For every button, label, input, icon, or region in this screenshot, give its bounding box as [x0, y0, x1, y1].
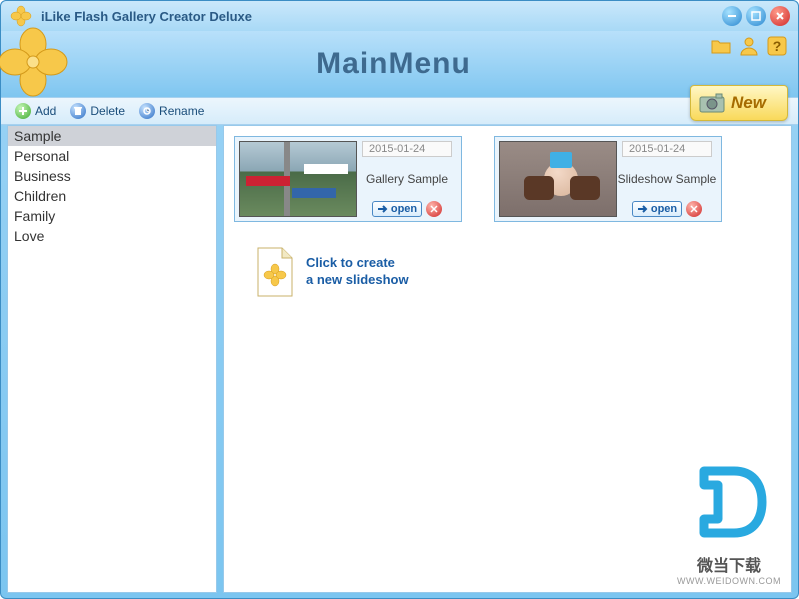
delete-icon	[70, 103, 86, 119]
create-line1: Click to create	[306, 255, 409, 272]
document-icon	[254, 246, 296, 298]
create-line2: a new slideshow	[306, 272, 409, 289]
delete-label: Delete	[90, 104, 125, 118]
arrow-right-icon	[377, 204, 389, 214]
open-button[interactable]: open	[372, 201, 422, 217]
card-name: Gallery Sample	[366, 157, 448, 201]
delete-button[interactable]: Delete	[66, 101, 129, 121]
toolbar: Add Delete Rename	[1, 97, 798, 125]
card-delete-button[interactable]	[426, 201, 442, 217]
header: MainMenu ? New	[1, 31, 798, 97]
create-new-slideshow[interactable]: Click to create a new slideshow	[254, 246, 781, 298]
rename-button[interactable]: Rename	[135, 101, 208, 121]
rename-label: Rename	[159, 104, 204, 118]
category-item[interactable]: Family	[8, 206, 216, 226]
open-button[interactable]: open	[632, 201, 682, 217]
create-new-text: Click to create a new slideshow	[306, 255, 409, 289]
thumbnail-image	[239, 141, 357, 217]
x-icon	[430, 205, 438, 213]
window-controls	[722, 6, 790, 26]
gallery-card[interactable]: 2015-01-24 Slideshow Sample open	[494, 136, 722, 222]
category-sidebar: Sample Personal Business Children Family…	[7, 125, 217, 593]
page-title: MainMenu	[69, 47, 798, 81]
clover-logo-icon	[0, 26, 69, 98]
x-icon	[690, 205, 698, 213]
watermark: 微当下载 WWW.WEIDOWN.COM	[677, 459, 781, 586]
titlebar: iLike Flash Gallery Creator Deluxe	[1, 1, 798, 31]
plus-icon	[15, 103, 31, 119]
category-item[interactable]: Love	[8, 226, 216, 246]
card-name: Slideshow Sample	[618, 157, 717, 201]
add-label: Add	[35, 104, 56, 118]
folder-icon[interactable]	[710, 35, 732, 57]
category-item[interactable]: Sample	[8, 126, 216, 146]
rename-icon	[139, 103, 155, 119]
main-panel: 2015-01-24 Gallery Sample open	[223, 125, 792, 593]
camera-icon	[699, 92, 725, 114]
card-actions: open	[632, 201, 702, 217]
app-window: iLike Flash Gallery Creator Deluxe MainM…	[0, 0, 799, 599]
category-item[interactable]: Children	[8, 186, 216, 206]
card-info: 2015-01-24 Slideshow Sample open	[617, 141, 717, 217]
user-icon[interactable]	[738, 35, 760, 57]
window-title: iLike Flash Gallery Creator Deluxe	[41, 9, 722, 24]
open-label: open	[651, 203, 677, 215]
svg-text:?: ?	[773, 38, 782, 54]
new-button[interactable]: New	[690, 85, 788, 121]
category-item[interactable]: Business	[8, 166, 216, 186]
watermark-logo-icon	[686, 459, 772, 545]
cards-row: 2015-01-24 Gallery Sample open	[234, 136, 781, 222]
add-button[interactable]: Add	[11, 101, 60, 121]
category-item[interactable]: Personal	[8, 146, 216, 166]
watermark-text2: WWW.WEIDOWN.COM	[677, 576, 781, 586]
app-logo-icon	[9, 4, 33, 28]
open-label: open	[391, 203, 417, 215]
help-icon[interactable]: ?	[766, 35, 788, 57]
content-area: Sample Personal Business Children Family…	[1, 125, 798, 599]
arrow-right-icon	[637, 204, 649, 214]
close-button[interactable]	[770, 6, 790, 26]
thumbnail-image	[499, 141, 617, 217]
card-date: 2015-01-24	[622, 141, 712, 157]
new-button-label: New	[731, 93, 766, 113]
gallery-card[interactable]: 2015-01-24 Gallery Sample open	[234, 136, 462, 222]
card-delete-button[interactable]	[686, 201, 702, 217]
watermark-text1: 微当下载	[677, 552, 781, 576]
minimize-button[interactable]	[722, 6, 742, 26]
maximize-button[interactable]	[746, 6, 766, 26]
card-date: 2015-01-24	[362, 141, 452, 157]
header-icons: ?	[710, 35, 788, 57]
card-info: 2015-01-24 Gallery Sample open	[357, 141, 457, 217]
card-actions: open	[372, 201, 442, 217]
